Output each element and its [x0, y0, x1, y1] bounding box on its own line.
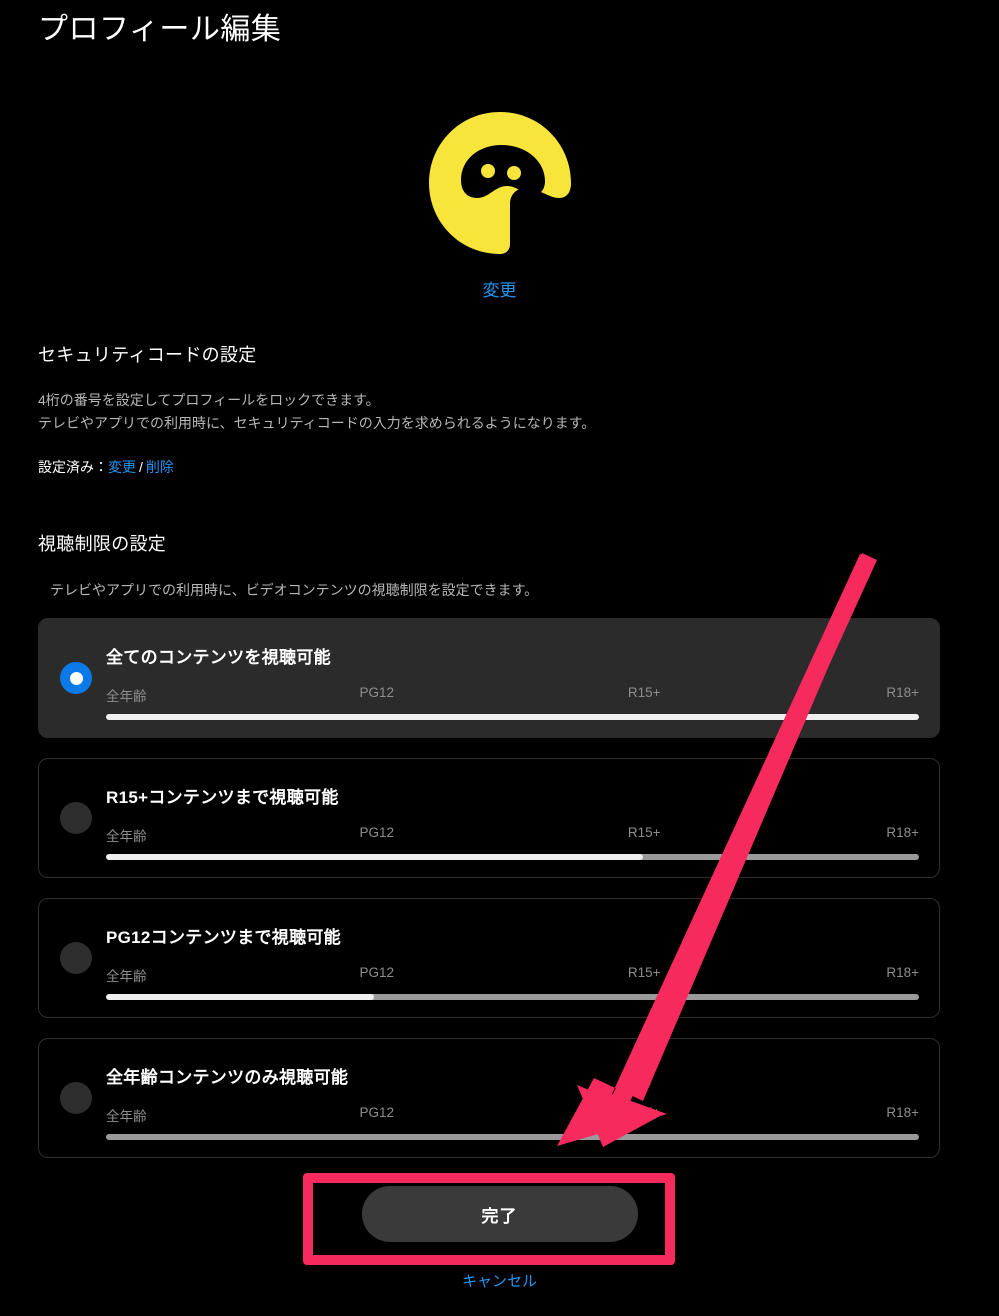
- rating-option-body: 全てのコンテンツを視聴可能 全年齢 PG12 R15+ R18+: [106, 643, 919, 720]
- security-code-heading: セキュリティコードの設定: [38, 345, 257, 365]
- scale-label-r18: R18+: [886, 1105, 919, 1120]
- rating-option-label: R15+コンテンツまで視聴可能: [106, 788, 339, 807]
- rating-option-all-ages-only[interactable]: 全年齢コンテンツのみ視聴可能 全年齢 PG12 R15+ R18+: [38, 1038, 940, 1158]
- rating-option-list: 全てのコンテンツを視聴可能 全年齢 PG12 R15+ R18+ R15+コンテ…: [38, 618, 940, 1178]
- security-code-change-link[interactable]: 変更: [108, 459, 136, 475]
- avatar-section: 変更: [0, 108, 999, 301]
- rating-option-all-content[interactable]: 全てのコンテンツを視聴可能 全年齢 PG12 R15+ R18+: [38, 618, 940, 738]
- scale-label-r15: R15+: [627, 1105, 661, 1120]
- scale-label-all-ages: 全年齢: [106, 829, 147, 844]
- scale-label-all-ages: 全年齢: [106, 969, 147, 984]
- rating-scale-labels: 全年齢 PG12 R15+ R18+: [106, 685, 919, 704]
- rating-scale-labels: 全年齢 PG12 R15+ R18+: [106, 825, 919, 844]
- scale-label-r15: R15+: [627, 685, 661, 700]
- profile-avatar-icon[interactable]: [425, 108, 575, 258]
- rating-scale-labels: 全年齢 PG12 R15+ R18+: [106, 1105, 919, 1124]
- radio-button-all-ages-only[interactable]: [60, 1082, 92, 1114]
- security-code-status: 設定済み：変更 / 削除: [38, 457, 938, 477]
- scale-label-pg12: PG12: [359, 1105, 394, 1120]
- scale-label-pg12: PG12: [359, 965, 394, 980]
- radio-button-pg12[interactable]: [60, 942, 92, 974]
- change-avatar-link[interactable]: 変更: [483, 276, 517, 301]
- scale-label-pg12: PG12: [359, 685, 394, 700]
- viewing-restriction-description: テレビやアプリでの利用時に、ビデオコンテンツの視聴制限を設定できます。: [50, 582, 539, 598]
- page-title: プロフィール編集: [38, 13, 282, 46]
- scale-label-all-ages: 全年齢: [106, 689, 147, 704]
- scale-label-r18: R18+: [886, 685, 919, 700]
- done-button[interactable]: 完了: [361, 1186, 638, 1242]
- scale-label-r15: R15+: [627, 965, 661, 980]
- rating-option-pg12[interactable]: PG12コンテンツまで視聴可能 全年齢 PG12 R15+ R18+: [38, 898, 940, 1018]
- radio-button-all-content[interactable]: [60, 662, 92, 694]
- rating-option-label: 全てのコンテンツを視聴可能: [106, 648, 331, 667]
- radio-dot-icon: [70, 812, 83, 825]
- security-code-delete-link[interactable]: 削除: [146, 459, 174, 475]
- footer-actions: 完了 キャンセル: [0, 1186, 999, 1291]
- rating-scale-bar: [106, 994, 919, 1000]
- rating-scale-bar: [106, 714, 919, 720]
- security-code-status-label: 設定済み：: [38, 459, 108, 476]
- rating-scale-bar: [106, 854, 919, 860]
- rating-scale-labels: 全年齢 PG12 R15+ R18+: [106, 965, 919, 984]
- radio-dot-icon: [70, 1092, 83, 1105]
- security-code-section: セキュリティコードの設定 4桁の番号を設定してプロフィールをロックできます。 テ…: [38, 341, 938, 477]
- security-code-description: 4桁の番号を設定してプロフィールをロックできます。 テレビやアプリでの利用時に、…: [38, 389, 938, 435]
- scale-label-r18: R18+: [886, 965, 919, 980]
- security-code-description-line-1: 4桁の番号を設定してプロフィールをロックできます。: [38, 392, 380, 408]
- rating-scale-fill: [106, 714, 919, 720]
- viewing-restriction-heading: 視聴制限の設定: [38, 534, 167, 554]
- rating-option-body: R15+コンテンツまで視聴可能 全年齢 PG12 R15+ R18+: [106, 783, 919, 860]
- rating-option-label: PG12コンテンツまで視聴可能: [106, 928, 341, 947]
- rating-scale-bar: [106, 1134, 919, 1140]
- rating-option-label: 全年齢コンテンツのみ視聴可能: [106, 1068, 349, 1087]
- rating-option-r15[interactable]: R15+コンテンツまで視聴可能 全年齢 PG12 R15+ R18+: [38, 758, 940, 878]
- edit-profile-page: プロフィール編集 変更 セキュリティコードの設定 4桁の番号を設定してプロフィー…: [0, 0, 999, 1316]
- rating-option-body: 全年齢コンテンツのみ視聴可能 全年齢 PG12 R15+ R18+: [106, 1063, 919, 1140]
- cancel-link[interactable]: キャンセル: [462, 1270, 537, 1291]
- security-code-description-line-2: テレビやアプリでの利用時に、セキュリティコードの入力を求められるようになります。: [38, 415, 596, 432]
- security-code-link-separator: /: [139, 459, 143, 476]
- scale-label-pg12: PG12: [359, 825, 394, 840]
- radio-dot-icon: [69, 671, 83, 685]
- radio-dot-icon: [70, 952, 83, 965]
- rating-scale-fill: [106, 854, 643, 860]
- rating-option-body: PG12コンテンツまで視聴可能 全年齢 PG12 R15+ R18+: [106, 923, 919, 1000]
- radio-button-r15[interactable]: [60, 802, 92, 834]
- scale-label-all-ages: 全年齢: [106, 1109, 147, 1124]
- rating-scale-fill: [106, 994, 375, 1000]
- viewing-restriction-section: 視聴制限の設定 テレビやアプリでの利用時に、ビデオコンテンツの視聴制限を設定でき…: [38, 530, 958, 600]
- scale-label-r15: R15+: [627, 825, 661, 840]
- scale-label-r18: R18+: [886, 825, 919, 840]
